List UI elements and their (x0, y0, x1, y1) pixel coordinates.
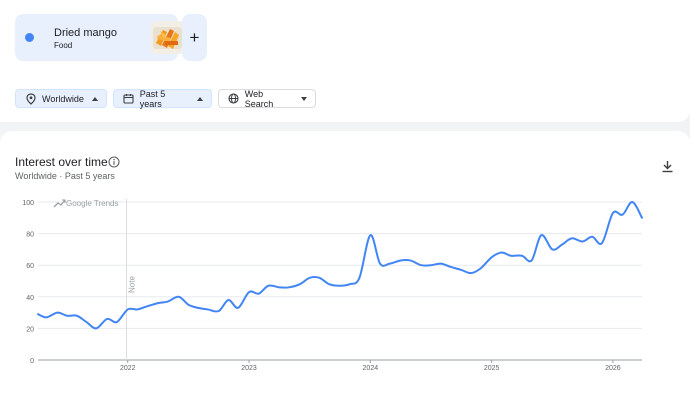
y-tick-label: 20 (26, 326, 34, 333)
y-tick-label: 60 (26, 263, 34, 270)
x-tick-label: 2026 (605, 365, 621, 372)
query-panel: Dried mango Food + Worldwide Past 5 year… (0, 0, 690, 122)
y-tick-label: 40 (26, 295, 34, 302)
globe-icon (228, 93, 240, 105)
caret-up-icon (91, 96, 98, 101)
time-filter[interactable]: Past 5 years (113, 88, 212, 109)
property-filter-label: Web Search (244, 88, 274, 109)
x-tick-label: 2022 (120, 365, 136, 372)
calendar-icon (123, 93, 135, 105)
search-term-category: Food (54, 41, 73, 50)
time-filter-label: Past 5 years (139, 88, 166, 109)
location-pin-icon (25, 92, 37, 105)
x-tick-label: 2024 (363, 365, 379, 372)
dried-mango-thumbnail (151, 21, 184, 54)
watermark-text: Google Trends (66, 199, 118, 208)
y-tick-label: 100 (22, 200, 34, 207)
note-label[interactable]: Note (128, 276, 137, 293)
interest-over-time-card: Interest over time Worldwide · Past 5 ye… (0, 131, 690, 400)
add-comparison-button[interactable]: + (182, 14, 207, 61)
y-tick-label: 80 (26, 232, 34, 239)
x-tick-label: 2025 (484, 365, 500, 372)
region-filter[interactable]: Worldwide (15, 89, 107, 108)
region-filter-label: Worldwide (42, 93, 84, 104)
interest-line-chart: Google Trends Note 2022 2023 2024 2025 2026 … (22, 199, 643, 372)
x-tick-label: 2023 (241, 365, 257, 372)
caret-up-icon (197, 96, 203, 101)
y-tick-label: 0 (30, 358, 34, 365)
google-trends-watermark: Google Trends (53, 199, 118, 208)
search-term-card[interactable]: Dried mango Food (15, 14, 184, 61)
series-color-dot (25, 33, 34, 42)
property-filter[interactable]: Web Search (218, 88, 316, 109)
caret-down-icon (301, 96, 307, 101)
search-term-name: Dried mango (54, 27, 117, 39)
